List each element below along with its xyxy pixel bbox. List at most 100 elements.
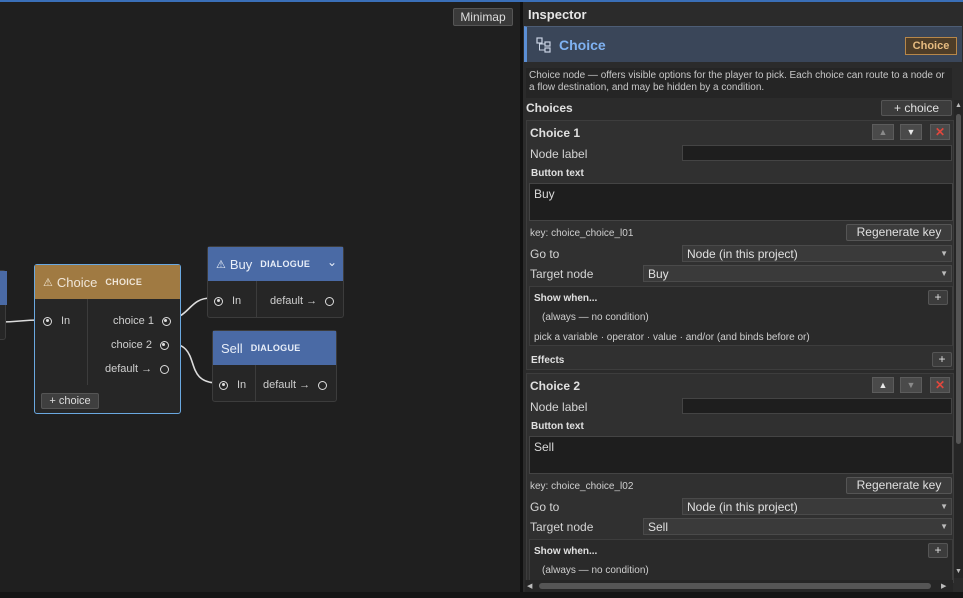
- node-label-input[interactable]: [682, 398, 952, 414]
- condition-box: Show when... + (always — no condition) p…: [529, 286, 953, 346]
- buy-node[interactable]: ⚠ Buy DIALOGUE ⌄ In default →: [207, 246, 344, 318]
- sell-node[interactable]: Sell DIALOGUE In default →: [212, 330, 337, 402]
- target-node-caption: Target node: [530, 520, 594, 534]
- node-type-badge: Choice: [905, 37, 957, 55]
- target-node-caption: Target node: [530, 267, 594, 281]
- sell-default-port-dot[interactable]: [318, 380, 328, 390]
- add-effect-button[interactable]: +: [932, 352, 952, 367]
- plus-icon: +: [934, 290, 942, 304]
- move-up-button[interactable]: ▲: [872, 377, 894, 393]
- condition-text: (always — no condition): [542, 565, 649, 576]
- choice-node-title: Choice: [56, 274, 98, 290]
- sell-node-in-port[interactable]: In: [219, 379, 246, 391]
- choice-1-port[interactable]: choice 1: [113, 315, 171, 327]
- effects-caption: Effects: [531, 355, 565, 366]
- add-choice-node-button[interactable]: + choice: [41, 393, 99, 409]
- button-text-value: Sell: [534, 440, 555, 454]
- buy-in-port-dot[interactable]: [214, 296, 223, 306]
- choice-2-port-dot[interactable]: [159, 340, 169, 350]
- node-header: Choice Choice: [524, 26, 962, 62]
- target-node-select[interactable]: Buy ▼: [643, 265, 952, 282]
- buy-node-header[interactable]: ⚠ Buy DIALOGUE ⌄: [208, 247, 343, 281]
- scroll-down-icon[interactable]: ▼: [955, 568, 962, 575]
- goto-value: Node (in this project): [687, 247, 798, 261]
- choice-panel-1: Choice 1 ▲ ▼ ✕ Node label Button text Bu…: [526, 120, 954, 370]
- choice-panel-2: Choice 2 ▲ ▼ ✕ Node label Button text Se…: [526, 373, 954, 583]
- choice-default-port-dot[interactable]: [160, 364, 170, 374]
- move-up-button[interactable]: ▲: [872, 124, 894, 140]
- goto-caption: Go to: [530, 247, 560, 261]
- buy-default-port[interactable]: default →: [270, 295, 335, 307]
- buy-default-port-label: default →: [270, 295, 318, 307]
- bottom-bar: [0, 592, 963, 598]
- horizontal-scroll-thumb[interactable]: [539, 583, 931, 589]
- add-condition-button[interactable]: +: [928, 543, 948, 558]
- dropdown-caret-icon: ▼: [940, 522, 948, 531]
- close-icon: ✕: [934, 125, 946, 139]
- remove-choice-button[interactable]: ✕: [930, 377, 950, 393]
- target-node-select[interactable]: Sell ▼: [643, 518, 952, 535]
- node-label-input[interactable]: [682, 145, 952, 161]
- scroll-left-icon[interactable]: ◀: [527, 582, 532, 590]
- in-port-dot[interactable]: [43, 316, 52, 326]
- plus-icon: +: [938, 352, 946, 366]
- horizontal-scrollbar[interactable]: ◀ ▶: [525, 580, 953, 592]
- vertical-scrollbar[interactable]: ▲ ▼: [954, 100, 963, 578]
- minimap-button[interactable]: Minimap: [453, 8, 513, 26]
- choice-2-port-label: choice 2: [111, 339, 152, 351]
- choice-default-port-label: default →: [105, 363, 153, 375]
- move-down-button[interactable]: ▼: [900, 124, 922, 140]
- node-name: Choice: [559, 37, 606, 53]
- in-port-label: In: [61, 315, 71, 327]
- choice-node[interactable]: ⚠ Choice CHOICE In choice 1 choice 2 def…: [34, 264, 181, 414]
- add-choice-button[interactable]: + choice: [881, 100, 952, 116]
- sell-node-divider: [255, 365, 256, 401]
- move-down-button[interactable]: ▼: [900, 377, 922, 393]
- graph-canvas[interactable]: ⚠ Choice CHOICE In choice 1 choice 2 def…: [0, 2, 520, 592]
- choice-2-header: Choice 2: [530, 379, 581, 393]
- sell-node-type: DIALOGUE: [250, 343, 301, 353]
- sell-default-port[interactable]: default →: [263, 379, 328, 391]
- buy-node-in-port[interactable]: In: [214, 295, 241, 307]
- sell-node-header[interactable]: Sell DIALOGUE: [213, 331, 336, 365]
- choice-1-header: Choice 1: [530, 126, 581, 140]
- sell-node-title: Sell: [221, 340, 243, 356]
- choice-node-in-port[interactable]: In: [43, 315, 70, 327]
- buy-node-type: DIALOGUE: [260, 259, 311, 269]
- offscreen-node-header: [0, 271, 7, 305]
- choices-header: Choices: [526, 101, 573, 115]
- button-text-caption: Button text: [531, 168, 584, 179]
- choice-1-port-label: choice 1: [113, 315, 154, 327]
- inspector-title: Inspector: [528, 7, 587, 22]
- button-text-input[interactable]: Sell: [529, 436, 953, 474]
- goto-select[interactable]: Node (in this project) ▼: [682, 498, 952, 515]
- vertical-scroll-thumb[interactable]: [956, 114, 961, 444]
- choice-node-header[interactable]: ⚠ Choice CHOICE: [35, 265, 180, 299]
- goto-select[interactable]: Node (in this project) ▼: [682, 245, 952, 262]
- add-condition-button[interactable]: +: [928, 290, 948, 305]
- choice-default-port[interactable]: default →: [105, 363, 170, 375]
- scroll-up-icon[interactable]: ▲: [955, 102, 962, 109]
- scroll-right-icon[interactable]: ▶: [941, 582, 946, 590]
- chevron-down-icon[interactable]: ⌄: [327, 255, 337, 269]
- choice-2-port[interactable]: choice 2: [111, 339, 169, 351]
- key-text: key: choice_choice_l01: [530, 228, 634, 239]
- node-description: Choice node — offers visible options for…: [526, 68, 952, 98]
- choice-1-port-dot[interactable]: [161, 316, 171, 326]
- button-text-input[interactable]: Buy: [529, 183, 953, 221]
- sell-in-port-dot[interactable]: [219, 380, 228, 390]
- remove-choice-button[interactable]: ✕: [930, 124, 950, 140]
- regenerate-key-button[interactable]: Regenerate key: [846, 224, 952, 241]
- arrow-down-icon: ▼: [906, 127, 916, 137]
- arrow-down-icon: ▼: [906, 380, 916, 390]
- buy-default-port-dot[interactable]: [325, 296, 335, 306]
- regenerate-key-button[interactable]: Regenerate key: [846, 477, 952, 494]
- dropdown-caret-icon: ▼: [940, 502, 948, 511]
- choice-node-type: CHOICE: [105, 277, 143, 287]
- node-label-caption: Node label: [530, 147, 588, 161]
- show-when-caption: Show when...: [534, 546, 598, 557]
- inspector-panel: Inspector Choice Choice Choice node — of…: [523, 2, 963, 592]
- warning-icon: ⚠: [216, 258, 226, 271]
- offscreen-node[interactable]: [0, 270, 7, 340]
- dropdown-caret-icon: ▼: [940, 249, 948, 258]
